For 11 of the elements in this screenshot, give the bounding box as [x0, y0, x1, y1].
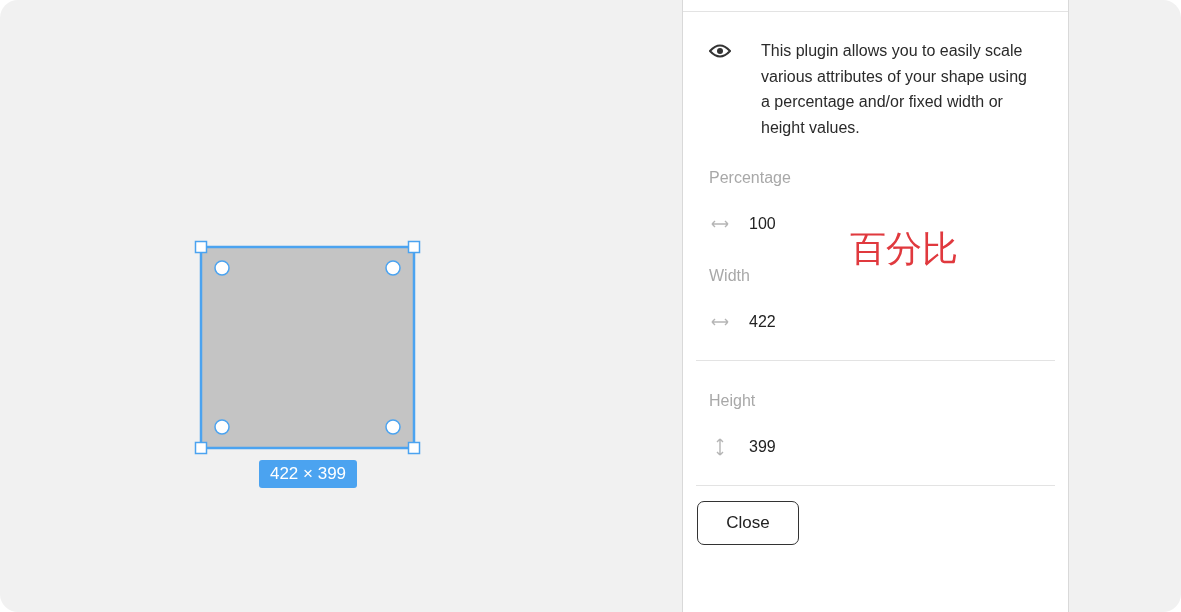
- annotation-text: 百分比: [850, 227, 958, 271]
- eye-icon[interactable]: [709, 44, 731, 58]
- field-value[interactable]: 422: [749, 312, 776, 331]
- field-label: Width: [709, 265, 751, 286]
- field-label: Percentage: [709, 167, 792, 188]
- field-value[interactable]: 399: [749, 437, 776, 456]
- field-label: Height: [709, 390, 757, 411]
- field-value[interactable]: 100: [749, 214, 776, 233]
- close-button[interactable]: Close: [697, 500, 799, 545]
- size-label: 422 × 399: [259, 460, 357, 488]
- plugin-description: This plugin allows you to easily scale various attributes of your shape using a percentage and/or fixed width or height values.: [761, 41, 1028, 139]
